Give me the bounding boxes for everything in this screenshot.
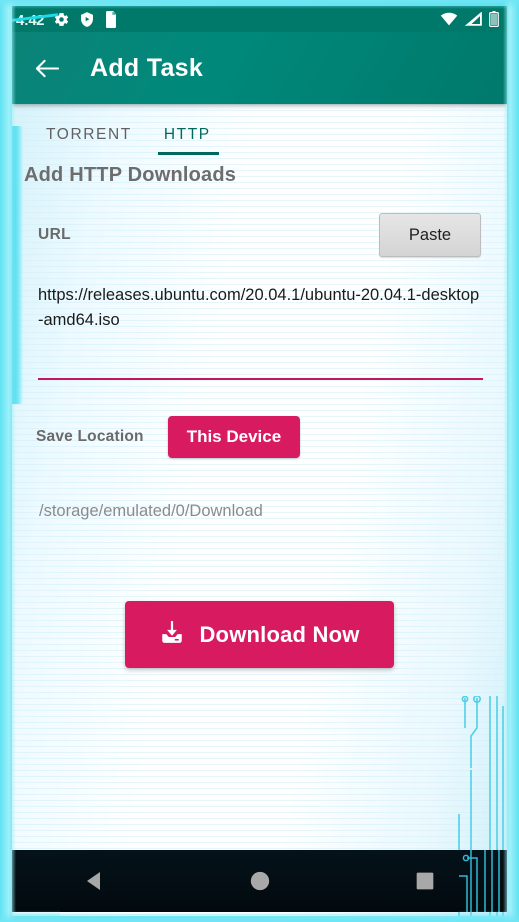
- page-title: Add Task: [90, 53, 204, 82]
- paste-button[interactable]: Paste: [379, 213, 481, 257]
- cell-signal-icon: [465, 12, 482, 26]
- nav-back-triangle-icon[interactable]: [12, 869, 177, 893]
- battery-icon: [489, 11, 499, 27]
- shield-play-icon: [79, 11, 95, 28]
- section-heading: Add HTTP Downloads: [24, 164, 237, 186]
- url-input[interactable]: https://releases.ubuntu.com/20.04.1/ubun…: [38, 283, 481, 333]
- download-now-label: Download Now: [199, 621, 360, 647]
- status-bar-right-group: [440, 11, 499, 27]
- device-surface: 4:42 Add Task TORRENT HTTP Add HTTP Down…: [12, 6, 507, 916]
- nav-corner-glow-right: [459, 910, 513, 922]
- app-bar: Add Task: [12, 32, 507, 104]
- tab-bar: TORRENT HTTP: [12, 104, 507, 160]
- save-location-label: Save Location: [36, 428, 144, 445]
- nav-recents-square-icon[interactable]: [342, 871, 507, 891]
- wifi-icon: [440, 12, 458, 26]
- download-tray-icon: [159, 619, 185, 650]
- download-button-wrapper: Download Now: [12, 601, 507, 668]
- url-field-underline: [38, 378, 483, 380]
- nav-home-circle-icon[interactable]: [177, 870, 342, 892]
- phone-screen: 4:42 Add Task TORRENT HTTP Add HTTP Down…: [0, 0, 519, 922]
- tab-http[interactable]: HTTP: [148, 122, 227, 160]
- nav-corner-glow-left: [6, 910, 60, 922]
- save-location-row: Save Location This Device: [36, 416, 507, 458]
- back-arrow-icon[interactable]: [30, 51, 64, 85]
- sd-card-icon: [104, 10, 118, 28]
- save-path-value[interactable]: /storage/emulated/0/Download: [39, 502, 507, 521]
- status-bar-left-group: 4:42: [12, 10, 440, 29]
- left-accent-strip: [12, 126, 23, 404]
- this-device-button[interactable]: This Device: [167, 416, 301, 458]
- download-now-button[interactable]: Download Now: [125, 601, 394, 668]
- status-bar: 4:42: [12, 6, 507, 32]
- url-row: URL Paste: [38, 213, 481, 257]
- url-label: URL: [38, 226, 72, 243]
- content-area: TORRENT HTTP Add HTTP Downloads URL Past…: [12, 104, 507, 916]
- android-nav-bar: [12, 850, 507, 912]
- tab-torrent[interactable]: TORRENT: [30, 122, 148, 160]
